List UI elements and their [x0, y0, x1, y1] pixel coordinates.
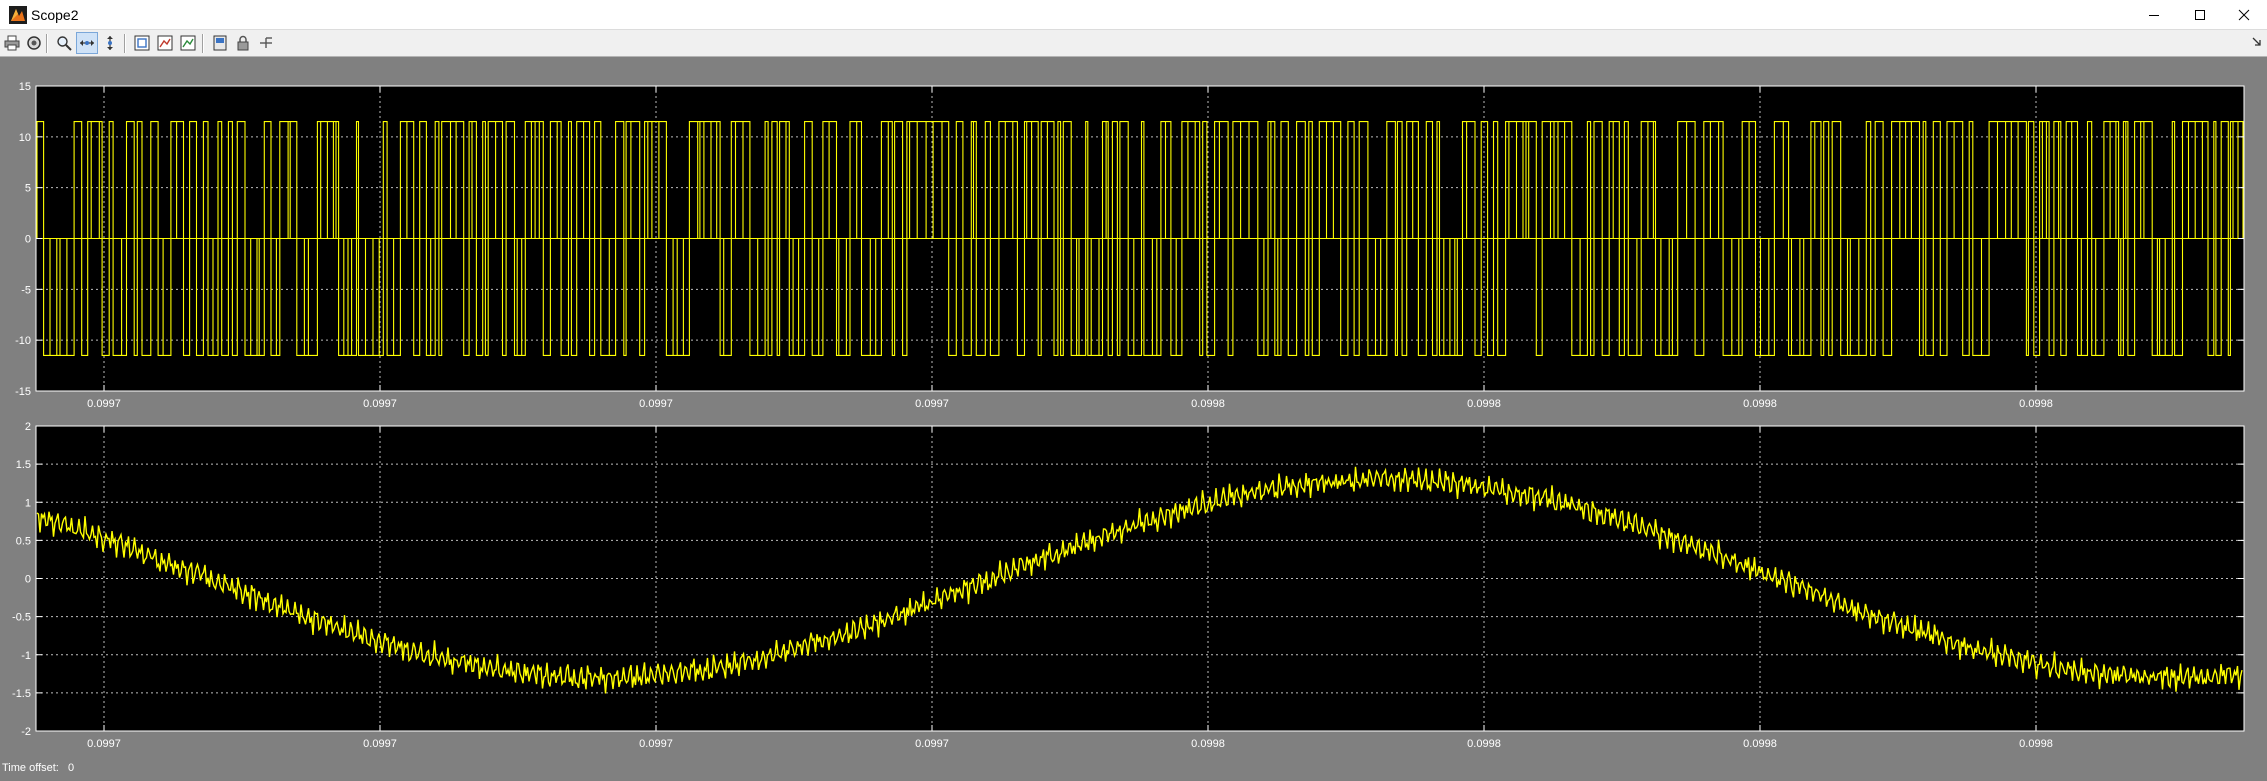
floating-scope-icon — [213, 35, 227, 51]
y-tick-label: 0 — [25, 574, 31, 586]
y-tick-label: -1 — [21, 650, 31, 662]
x-tick-label: 0.0998 — [1191, 738, 1225, 750]
toolbar-separator — [202, 34, 204, 53]
zoom-x-icon — [80, 40, 94, 46]
y-tick-label: -5 — [21, 284, 31, 296]
zoom-y-button[interactable] — [99, 32, 121, 54]
x-tick-label: 0.0998 — [1467, 738, 1501, 750]
save-axes-settings-icon — [157, 35, 173, 51]
y-tick-label: 0 — [25, 234, 31, 246]
y-tick-label: -15 — [15, 386, 31, 398]
x-tick-label: 0.0997 — [639, 398, 673, 410]
restore-axes-settings-button[interactable] — [177, 32, 199, 54]
x-tick-label: 0.0998 — [2019, 738, 2053, 750]
minimize-button[interactable] — [2131, 0, 2177, 30]
x-tick-label: 0.0998 — [1743, 738, 1777, 750]
print-icon — [4, 35, 20, 51]
x-tick-label: 0.0998 — [2019, 398, 2053, 410]
y-tick-label: 1 — [25, 497, 31, 509]
signal-selection-button[interactable] — [255, 32, 277, 54]
x-tick-label: 0.0997 — [915, 738, 949, 750]
y-tick-label: -10 — [15, 335, 31, 347]
x-tick-label: 0.0998 — [1743, 398, 1777, 410]
zoom-icon — [57, 36, 72, 51]
zoom-button[interactable] — [53, 32, 75, 54]
y-tick-label: 0.5 — [16, 535, 31, 547]
signal-selection-icon — [260, 37, 272, 48]
dock-arrow-icon[interactable] — [2251, 35, 2263, 47]
simulink-scope-icon — [9, 6, 27, 24]
toolbar-separator — [46, 34, 48, 53]
x-tick-label: 0.0997 — [87, 738, 121, 750]
y-tick-label: 5 — [25, 183, 31, 195]
x-tick-label: 0.0997 — [363, 398, 397, 410]
y-tick-label: 2 — [25, 421, 31, 433]
axes-1: 15 10 5 0 -5 -10 -15 0.0997 0.0997 0.0997 0.0997 0… — [15, 81, 2245, 410]
y-tick-label: -2 — [21, 726, 31, 738]
save-axes-settings-button[interactable] — [154, 32, 176, 54]
x-tick-label: 0.0998 — [1467, 398, 1501, 410]
x-tick-label: 0.0997 — [87, 398, 121, 410]
x-tick-label: 0.0998 — [1191, 398, 1225, 410]
scope-plot-area: 151050-5-10-15 0.0997 0.0997 0.0997 0.0997 0… — [12, 81, 2245, 750]
maximize-icon — [2195, 10, 2205, 20]
maximize-button[interactable] — [2177, 0, 2223, 30]
y-tick-label: -1.5 — [12, 688, 31, 700]
x-tick-label: 0.0997 — [915, 398, 949, 410]
axes-2: 2 1.5 1 0.5 0 -0.5 -1 -1.5 -2 0.0997 0.0997 0.0997… — [12, 421, 2245, 750]
title-bar: Scope2 — [0, 0, 2267, 30]
lock-axes-button[interactable] — [232, 32, 254, 54]
y-tick-label: -0.5 — [12, 612, 31, 624]
time-offset-value: 0 — [68, 762, 75, 774]
parameters-button[interactable] — [23, 32, 45, 54]
close-button[interactable] — [2221, 0, 2267, 30]
zoom-x-button[interactable] — [76, 32, 98, 54]
close-icon — [2238, 9, 2250, 21]
toolbar-separator — [124, 34, 126, 53]
floating-scope-button[interactable] — [209, 32, 231, 54]
parameters-icon — [27, 36, 41, 50]
y-tick-label: 10 — [19, 132, 31, 144]
scope-toolbar — [0, 30, 2267, 57]
x-tick-label: 0.0997 — [639, 738, 673, 750]
autoscale-icon — [134, 35, 150, 51]
time-offset-label: Time offset: — [2, 762, 59, 774]
lock-axes-icon — [237, 35, 249, 51]
y-tick-label: 1.5 — [16, 459, 31, 471]
autoscale-button[interactable] — [131, 32, 153, 54]
x-tick-label: 0.0997 — [363, 738, 397, 750]
minimize-icon — [2149, 15, 2159, 16]
y-tick-label: 15 — [19, 81, 31, 93]
restore-axes-settings-icon — [180, 35, 196, 51]
zoom-y-icon — [107, 36, 113, 50]
print-button[interactable] — [1, 32, 23, 54]
window-title: Scope2 — [31, 7, 79, 23]
